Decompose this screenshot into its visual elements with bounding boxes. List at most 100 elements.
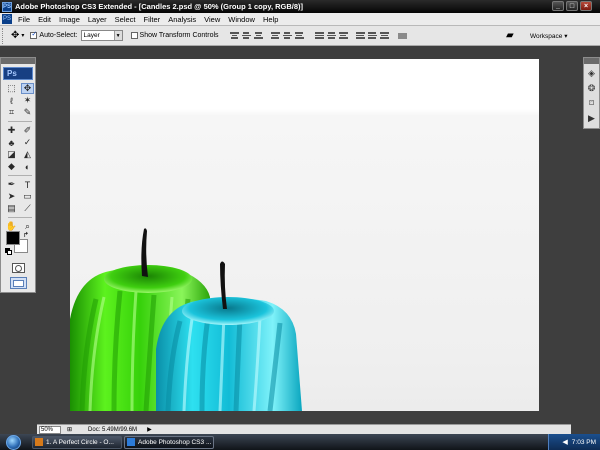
lasso-tool-icon[interactable]: ℓ	[5, 95, 18, 106]
shape-tool-icon[interactable]: ▭	[21, 191, 34, 202]
align-vcenter-icon[interactable]	[241, 30, 252, 41]
maximize-button[interactable]: □	[566, 1, 578, 11]
eraser-tool-icon[interactable]: ◪	[5, 149, 18, 160]
menu-window[interactable]: Window	[224, 15, 259, 24]
blur-tool-icon[interactable]: ◆	[5, 161, 18, 172]
palette-dock: ◈ ❂ ⌑ ▶	[583, 57, 600, 129]
windows-taskbar: 1. A Perfect Circle - O... Adobe Photosh…	[0, 434, 600, 450]
taskbar-item-media[interactable]: 1. A Perfect Circle - O...	[32, 435, 122, 449]
distribute-right-icon[interactable]	[379, 30, 390, 41]
candles-artwork	[70, 228, 302, 411]
chevron-down-icon[interactable]: ▾	[21, 32, 24, 39]
volume-icon[interactable]: ◀	[562, 438, 567, 446]
tool-grid: ⬚ ✥ ℓ ✶ ⌗ ✎ ✚ ✐ ♣ ✓ ◪ ◭ ◆ ◐ ✒ T ➤ ▭ ▤ ⟋ ✋ ⌕	[1, 80, 35, 232]
clone-stamp-tool-icon[interactable]: ♣	[5, 137, 18, 148]
align-buttons-group	[229, 30, 409, 41]
menu-select[interactable]: Select	[111, 15, 140, 24]
menu-view[interactable]: View	[200, 15, 224, 24]
crop-tool-icon[interactable]: ⌗	[5, 107, 18, 118]
taskbar-item-label: 1. A Perfect Circle - O...	[46, 438, 114, 446]
window-title: Adobe Photoshop CS3 Extended - [Candles …	[15, 2, 304, 11]
quick-mask-icon[interactable]	[12, 263, 25, 273]
show-transform-label: Show Transform Controls	[139, 32, 219, 39]
align-hcenter-icon[interactable]	[282, 30, 293, 41]
toolbox: Ps ⬚ ✥ ℓ ✶ ⌗ ✎ ✚ ✐ ♣ ✓ ◪ ◭ ◆ ◐ ✒ T ➤ ▭ ▤ ⟋ ✋ ⌕ ↱	[0, 57, 36, 293]
show-transform-checkbox[interactable]	[130, 32, 138, 39]
path-selection-tool-icon[interactable]: ➤	[5, 191, 18, 202]
auto-select-value: Layer	[83, 32, 100, 39]
move-tool-icon[interactable]: ✥	[21, 83, 34, 94]
taskbar-item-photoshop[interactable]: Adobe Photoshop CS3 ...	[124, 435, 214, 449]
workspace-menu[interactable]: Workspace ▾	[530, 32, 567, 40]
start-button[interactable]	[0, 434, 26, 450]
tool-separator	[8, 121, 32, 122]
status-tool-icon[interactable]: ⊞	[67, 426, 72, 433]
toolbox-header[interactable]	[1, 58, 35, 64]
layers-palette-icon[interactable]: ◈	[588, 68, 595, 79]
magic-wand-tool-icon[interactable]: ✶	[21, 95, 34, 106]
menu-analysis[interactable]: Analysis	[164, 15, 200, 24]
foreground-color-swatch[interactable]	[6, 231, 20, 245]
auto-select-dropdown[interactable]: Layer ▼	[80, 30, 123, 41]
menu-filter[interactable]: Filter	[140, 15, 165, 24]
healing-brush-tool-icon[interactable]: ✚	[5, 125, 18, 136]
distribute-vcenter-icon[interactable]	[326, 30, 337, 41]
status-bar: 50% ⊞ Doc: 5.49M/99.6M ▶	[37, 424, 571, 434]
pen-tool-icon[interactable]: ✒	[5, 179, 18, 190]
photoshop-logo[interactable]: Ps	[3, 67, 33, 80]
brush-tool-icon[interactable]: ✐	[21, 125, 34, 136]
media-player-icon	[35, 438, 43, 446]
photoshop-menu-icon[interactable]: PS	[2, 14, 12, 24]
menu-edit[interactable]: Edit	[34, 15, 55, 24]
windows-orb-icon	[5, 434, 21, 450]
marquee-tool-icon[interactable]: ⬚	[5, 83, 18, 94]
doc-size-info: Doc: 5.49M/99.6M	[88, 426, 138, 433]
align-bottom-icon[interactable]	[253, 30, 264, 41]
eyedropper-tool-icon[interactable]: ⟋	[21, 203, 34, 214]
type-tool-icon[interactable]: T	[21, 179, 34, 190]
menu-bar: PS File Edit Image Layer Select Filter A…	[0, 13, 600, 26]
menu-image[interactable]: Image	[55, 15, 84, 24]
auto-align-layers-icon[interactable]	[397, 30, 408, 41]
auto-select-label: Auto-Select:	[39, 32, 78, 39]
align-right-icon[interactable]	[294, 30, 305, 41]
chevron-down-icon: ▼	[113, 31, 122, 40]
options-bar-grip[interactable]	[2, 27, 7, 44]
align-top-icon[interactable]	[229, 30, 240, 41]
distribute-left-icon[interactable]	[355, 30, 366, 41]
taskbar-item-label: Adobe Photoshop CS3 ...	[138, 438, 212, 446]
swap-colors-icon[interactable]: ↱	[23, 231, 29, 239]
paths-palette-icon[interactable]: ⌑	[589, 98, 594, 109]
close-button[interactable]: ×	[580, 1, 592, 11]
history-brush-tool-icon[interactable]: ✓	[21, 137, 34, 148]
distribute-top-icon[interactable]	[314, 30, 325, 41]
photoshop-app-icon: PS	[2, 1, 12, 12]
status-menu-arrow-icon[interactable]: ▶	[147, 426, 152, 433]
dock-header[interactable]	[584, 58, 599, 64]
paint-bucket-tool-icon[interactable]: ◭	[21, 149, 34, 160]
document-canvas[interactable]	[70, 59, 539, 411]
notes-tool-icon[interactable]: ▤	[5, 203, 18, 214]
default-colors-icon[interactable]	[5, 248, 13, 256]
menu-help[interactable]: Help	[259, 15, 282, 24]
minimize-button[interactable]: _	[552, 1, 564, 11]
zoom-level-field[interactable]: 50%	[39, 425, 61, 434]
photoshop-taskbar-icon	[127, 438, 135, 446]
tool-separator	[8, 217, 32, 218]
distribute-hcenter-icon[interactable]	[367, 30, 378, 41]
title-bar: PS Adobe Photoshop CS3 Extended - [Candl…	[0, 0, 600, 13]
menu-layer[interactable]: Layer	[84, 15, 111, 24]
menu-file[interactable]: File	[14, 15, 34, 24]
actions-palette-icon[interactable]: ▶	[588, 113, 595, 124]
clock[interactable]: 7:03 PM	[572, 439, 596, 446]
align-left-icon[interactable]	[270, 30, 281, 41]
screen-mode-icon[interactable]	[10, 277, 27, 289]
move-tool-preset-icon[interactable]: ✥	[11, 30, 19, 41]
palette-well-icon[interactable]: ▰	[506, 30, 514, 41]
auto-select-checkbox[interactable]	[30, 30, 38, 39]
dodge-tool-icon[interactable]: ◐	[21, 161, 34, 172]
channels-palette-icon[interactable]: ❂	[588, 83, 596, 94]
system-tray: ◀ 7:03 PM	[548, 434, 600, 450]
distribute-bottom-icon[interactable]	[338, 30, 349, 41]
slice-tool-icon[interactable]: ✎	[21, 107, 34, 118]
